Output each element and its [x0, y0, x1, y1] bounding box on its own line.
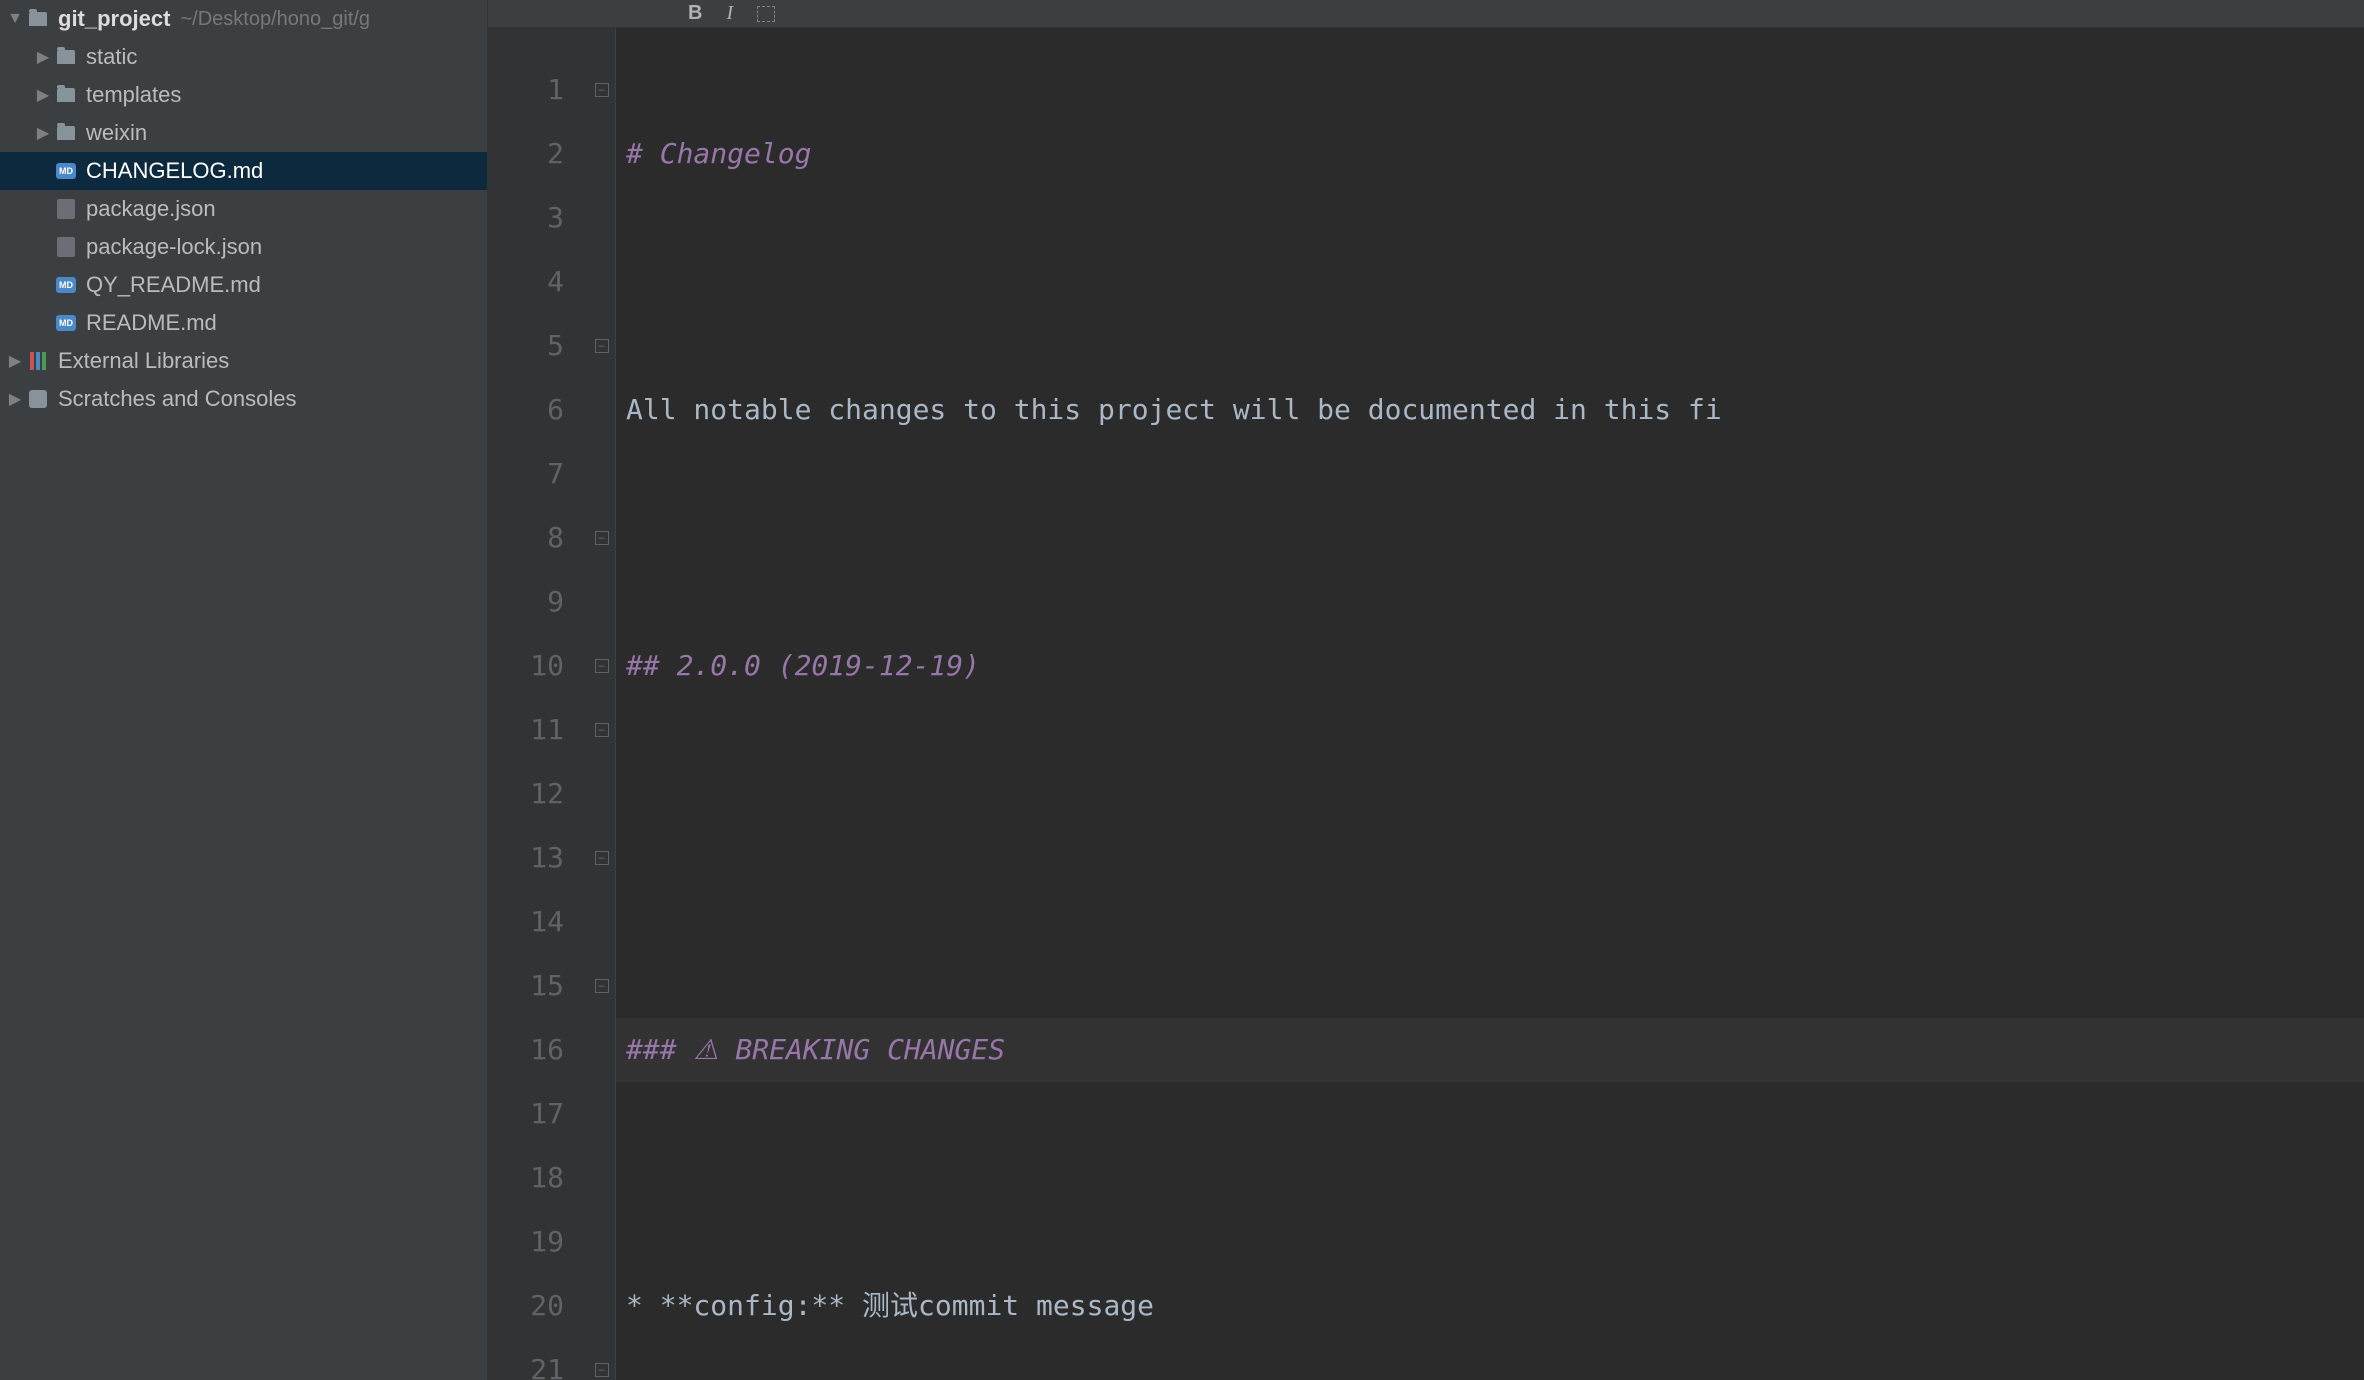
tree-item-label: package.json: [86, 196, 216, 222]
root-path-hint: ~/Desktop/hono_git/g: [180, 8, 370, 31]
fold-gutter: − − − − − − − −: [588, 28, 616, 1380]
line-number: 14: [488, 890, 564, 954]
code-line: [616, 1146, 2364, 1210]
markdown-file-icon: MD: [52, 163, 80, 179]
code-line: All notable changes to this project will…: [616, 378, 2364, 442]
editor-area: B I 1 2 3 4 5 6 7 8 9 10 11 12 13 14 15: [488, 0, 2364, 1380]
tree-item-label: Scratches and Consoles: [58, 386, 296, 412]
chevron-right-icon[interactable]: ▶: [6, 389, 24, 409]
tree-item-label: QY_README.md: [86, 272, 261, 298]
tree-item-label: weixin: [86, 120, 147, 146]
line-number: 12: [488, 762, 564, 826]
line-number: 19: [488, 1210, 564, 1274]
fold-marker[interactable]: −: [588, 506, 615, 570]
line-number-gutter: 1 2 3 4 5 6 7 8 9 10 11 12 13 14 15 16 1…: [488, 28, 588, 1380]
fold-marker[interactable]: −: [588, 826, 615, 890]
tree-item-weixin[interactable]: ▶ weixin: [0, 114, 487, 152]
editor-content[interactable]: # Changelog All notable changes to this …: [616, 28, 2364, 1380]
bold-button[interactable]: B: [688, 2, 702, 25]
line-number: 4: [488, 250, 564, 314]
line-number: 17: [488, 1082, 564, 1146]
tree-scratches[interactable]: ▶ Scratches and Consoles: [0, 380, 487, 418]
code-line: * **config:** 测试commit message: [616, 1274, 2364, 1338]
line-number: 6: [488, 378, 564, 442]
fold-marker[interactable]: −: [588, 58, 615, 122]
markdown-file-icon: MD: [52, 315, 80, 331]
project-sidebar[interactable]: ▼ git_project ~/Desktop/hono_git/g ▶ sta…: [0, 0, 488, 1380]
folder-icon: [52, 126, 80, 140]
code-line: [616, 506, 2364, 570]
tree-item-packagelock[interactable]: package-lock.json: [0, 228, 487, 266]
scratches-icon: [24, 390, 52, 408]
fold-marker[interactable]: −: [588, 954, 615, 1018]
code-line: ### ⚠ BREAKING CHANGES: [616, 1018, 2364, 1082]
root-name: git_project: [58, 6, 170, 32]
line-number: 3: [488, 186, 564, 250]
line-number: 20: [488, 1274, 564, 1338]
line-number: 18: [488, 1146, 564, 1210]
line-number: 15: [488, 954, 564, 1018]
folder-icon: [52, 50, 80, 64]
line-number: 21: [488, 1338, 564, 1380]
tree-item-static[interactable]: ▶ static: [0, 38, 487, 76]
folder-icon: [52, 88, 80, 102]
markdown-toolbar: B I: [488, 0, 2364, 28]
tree-item-package[interactable]: package.json: [0, 190, 487, 228]
tree-item-readme[interactable]: MD README.md: [0, 304, 487, 342]
fold-marker[interactable]: −: [588, 634, 615, 698]
chevron-right-icon[interactable]: ▶: [6, 351, 24, 371]
library-icon: [24, 352, 52, 370]
code-line: # Changelog: [616, 122, 2364, 186]
line-number: 11: [488, 698, 564, 762]
tree-item-label: package-lock.json: [86, 234, 262, 260]
code-line: [616, 890, 2364, 954]
chevron-right-icon[interactable]: ▶: [34, 47, 52, 67]
line-number: 16: [488, 1018, 564, 1082]
tree-external-libraries[interactable]: ▶ External Libraries: [0, 342, 487, 380]
line-number: 7: [488, 442, 564, 506]
fold-marker[interactable]: −: [588, 314, 615, 378]
codeblock-button[interactable]: [757, 6, 775, 22]
tree-item-label: CHANGELOG.md: [86, 158, 263, 184]
chevron-down-icon[interactable]: ▼: [6, 10, 24, 28]
tree-item-changelog[interactable]: MD CHANGELOG.md: [0, 152, 487, 190]
line-number: 2: [488, 122, 564, 186]
tree-item-label: templates: [86, 82, 181, 108]
markdown-file-icon: MD: [52, 277, 80, 293]
line-number: 8: [488, 506, 564, 570]
italic-button[interactable]: I: [726, 2, 733, 25]
app-root: ▼ git_project ~/Desktop/hono_git/g ▶ sta…: [0, 0, 2364, 1380]
tree-item-qyreadme[interactable]: MD QY_README.md: [0, 266, 487, 304]
fold-marker[interactable]: −: [588, 1338, 615, 1380]
tree-item-label: static: [86, 44, 137, 70]
line-number: 13: [488, 826, 564, 890]
tree-item-label: README.md: [86, 310, 217, 336]
tree-root[interactable]: ▼ git_project ~/Desktop/hono_git/g: [0, 0, 487, 38]
chevron-right-icon[interactable]: ▶: [34, 85, 52, 105]
fold-marker[interactable]: −: [588, 698, 615, 762]
chevron-right-icon[interactable]: ▶: [34, 123, 52, 143]
line-number: 9: [488, 570, 564, 634]
folder-icon: [24, 12, 52, 26]
json-file-icon: [52, 199, 80, 219]
code-editor[interactable]: 1 2 3 4 5 6 7 8 9 10 11 12 13 14 15 16 1…: [488, 28, 2364, 1380]
line-number: 1: [488, 58, 564, 122]
line-number: 5: [488, 314, 564, 378]
code-line: [616, 250, 2364, 314]
line-number: 10: [488, 634, 564, 698]
json-file-icon: [52, 237, 80, 257]
code-line: [616, 762, 2364, 826]
tree-item-templates[interactable]: ▶ templates: [0, 76, 487, 114]
tree-item-label: External Libraries: [58, 348, 229, 374]
code-line: ## 2.0.0 (2019-12-19): [616, 634, 2364, 698]
